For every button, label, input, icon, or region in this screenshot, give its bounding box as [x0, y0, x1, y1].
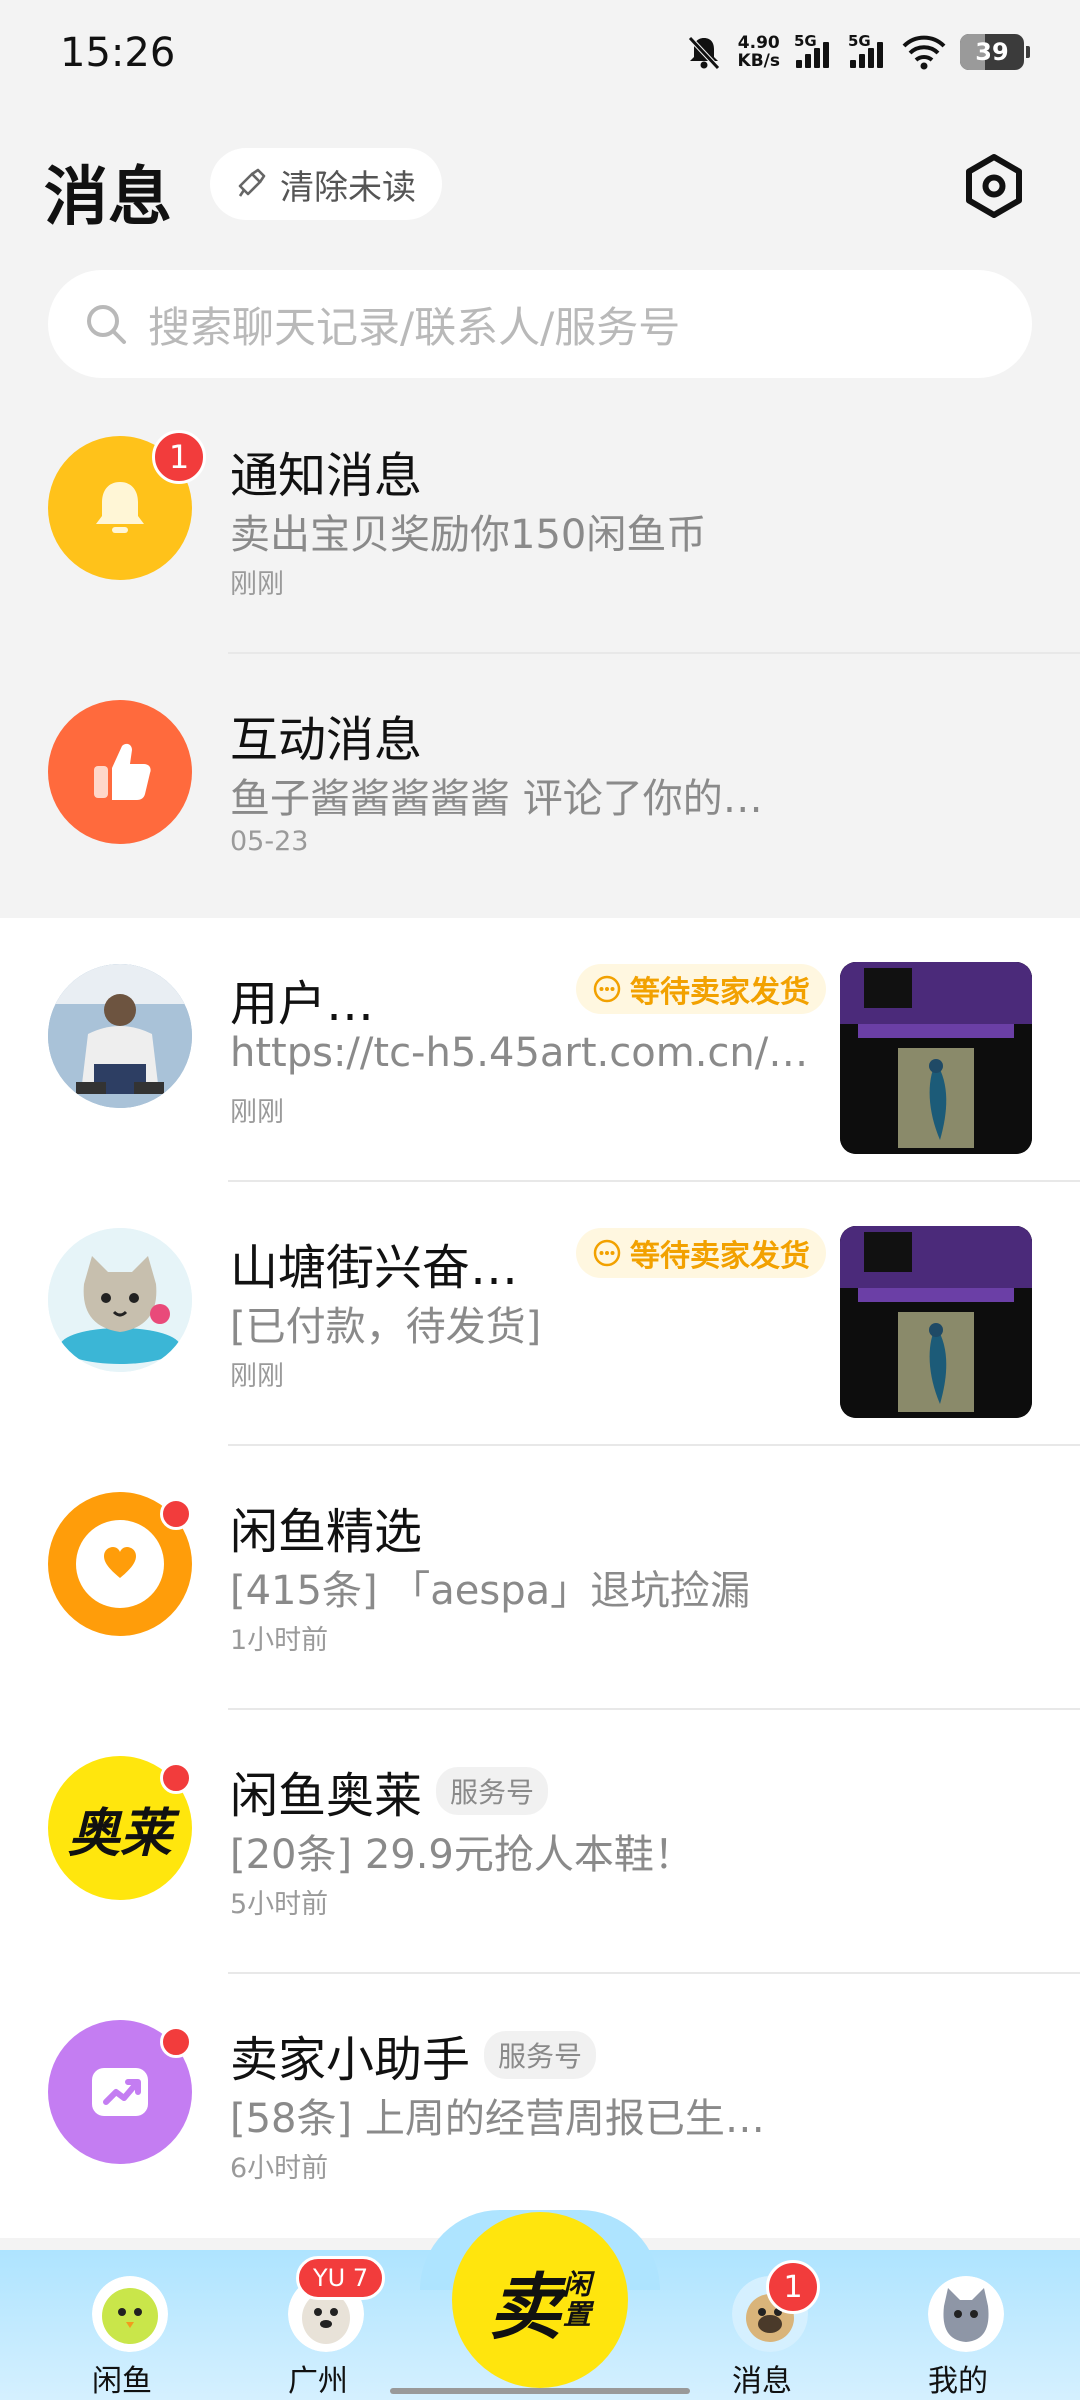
net-speed: 4.90 KB/s	[737, 33, 780, 71]
tab-label: 闲鱼	[92, 2364, 152, 2399]
list-item[interactable]: 1 通知消息 卖出宝贝奖励你150闲鱼币 刚刚	[0, 390, 1080, 654]
cat-icon	[928, 2276, 1004, 2352]
settings-icon[interactable]	[960, 152, 1028, 220]
search-icon	[87, 305, 126, 344]
order-status-badge: 等待卖家发货	[576, 1228, 826, 1278]
unread-dot	[160, 1762, 192, 1794]
tab-mine[interactable]: 我的	[888, 2250, 1028, 2400]
product-thumbnail	[840, 962, 1032, 1154]
home-indicator[interactable]	[390, 2388, 690, 2394]
status-bar: 15:26 4.90 KB/s 5G 5G 39	[0, 0, 1080, 120]
thumbs-up-icon	[94, 743, 151, 800]
bird-icon	[92, 2276, 168, 2352]
interaction-avatar	[48, 700, 192, 844]
list-item[interactable]: 用户… 等待卖家发货 https://tc-h5.45art.com.cn/… …	[0, 918, 1080, 1182]
order-status-badge: 等待卖家发货	[576, 964, 826, 1014]
aolai-logo: 奥莱	[67, 1803, 172, 1864]
clear-unread-button[interactable]: 清除未读	[210, 148, 442, 220]
conversation-time: 05-23	[230, 826, 309, 857]
conversation-preview: 卖出宝贝奖励你150闲鱼币	[230, 512, 707, 558]
list-item[interactable]: 卖家小助手 服务号 [58条] 上周的经营周报已生… 6小时前	[0, 1974, 1080, 2238]
service-account-tag: 服务号	[484, 2031, 597, 2079]
list-item[interactable]: 山塘街兴奋… 等待卖家发货 [已付款，待发货] 刚刚	[0, 1182, 1080, 1446]
conversation-time: 6小时前	[230, 2153, 329, 2184]
user-avatar	[48, 1228, 192, 1372]
signal-icon: 5G	[794, 32, 834, 72]
conversation-title: 卖家小助手 服务号	[230, 2020, 597, 2090]
search-input[interactable]: 搜索聊天记录/联系人/服务号	[48, 270, 1032, 378]
conversation-title: 山塘街兴奋…	[230, 1240, 519, 1296]
more-dots-icon	[593, 1239, 621, 1267]
peacock-image-icon	[840, 1226, 1032, 1418]
trend-chart-icon	[92, 2068, 148, 2116]
conversation-time: 5小时前	[230, 1889, 329, 1920]
conversation-list: 1 通知消息 卖出宝贝奖励你150闲鱼币 刚刚 互动消息 鱼子酱酱酱酱酱 评论了…	[0, 390, 1080, 2238]
list-item[interactable]: 互动消息 鱼子酱酱酱酱酱 评论了你的… 05-23	[0, 654, 1080, 918]
sell-label: 卖	[488, 2264, 561, 2349]
signal-icon: 5G	[848, 32, 888, 72]
cat-avatar-icon	[48, 1228, 192, 1372]
unread-badge: 1	[766, 2260, 820, 2314]
service-account-tag: 服务号	[436, 1767, 549, 1815]
conversation-title: 互动消息	[230, 712, 423, 768]
conversation-time: 刚刚	[230, 1361, 284, 1392]
product-thumbnail	[840, 1226, 1032, 1418]
conversation-time: 1小时前	[230, 1625, 329, 1656]
status-icons: 4.90 KB/s 5G 5G 39	[684, 32, 1030, 72]
page-header: 消息 清除未读	[0, 140, 1080, 240]
user-avatar	[48, 964, 192, 1108]
bottom-nav: 闲鱼 广州 YU 7 卖 闲 置 消息 1 我的	[0, 2210, 1080, 2400]
tab-label: 我的	[928, 2364, 988, 2399]
list-item[interactable]: 奥莱 闲鱼奥莱 服务号 [20条] 29.9元抢人本鞋！ 5小时前	[0, 1710, 1080, 1974]
peacock-image-icon	[840, 962, 1032, 1154]
conversation-time: 刚刚	[230, 569, 284, 600]
tab-label: 消息	[732, 2364, 792, 2399]
wifi-icon	[902, 35, 946, 70]
conversation-preview: 鱼子酱酱酱酱酱 评论了你的…	[230, 776, 763, 822]
conversation-title: 通知消息	[230, 448, 423, 504]
mute-bell-icon	[687, 36, 720, 70]
conversation-preview: https://tc-h5.45art.com.cn/…	[230, 1030, 809, 1076]
conversation-preview: [已付款，待发货]	[230, 1304, 542, 1350]
sell-sublabel: 闲 置	[563, 2268, 592, 2331]
bell-icon	[96, 482, 144, 533]
status-time: 15:26	[60, 30, 176, 76]
conversation-title: 闲鱼奥莱 服务号	[230, 1756, 549, 1826]
conversation-preview: [58条] 上周的经营周报已生…	[230, 2096, 765, 2142]
conversation-time: 刚刚	[230, 1097, 284, 1128]
conversation-preview: [415条] 「aespa」退坑捡漏	[230, 1568, 751, 1614]
list-item[interactable]: 闲鱼精选 [415条] 「aespa」退坑捡漏 1小时前	[0, 1446, 1080, 1710]
sell-button[interactable]: 卖 闲 置	[452, 2212, 628, 2388]
clear-unread-label: 清除未读	[280, 167, 416, 208]
broom-icon	[238, 168, 266, 197]
conversation-preview: [20条] 29.9元抢人本鞋！	[230, 1832, 694, 1878]
tab-xianyu[interactable]: 闲鱼	[52, 2250, 192, 2400]
unread-badge: 1	[152, 430, 206, 484]
more-dots-icon	[593, 975, 621, 1003]
yu-badge: YU 7	[296, 2256, 386, 2300]
unread-dot	[160, 1498, 192, 1530]
unread-dot	[160, 2026, 192, 2058]
search-placeholder: 搜索聊天记录/联系人/服务号	[148, 302, 681, 352]
battery-icon: 39	[960, 34, 1030, 70]
conversation-title: 用户…	[230, 976, 375, 1032]
conversation-title: 闲鱼精选	[230, 1504, 423, 1560]
tab-label: 广州	[288, 2364, 348, 2399]
page-title: 消息	[44, 161, 172, 235]
person-photo-icon	[48, 964, 192, 1108]
